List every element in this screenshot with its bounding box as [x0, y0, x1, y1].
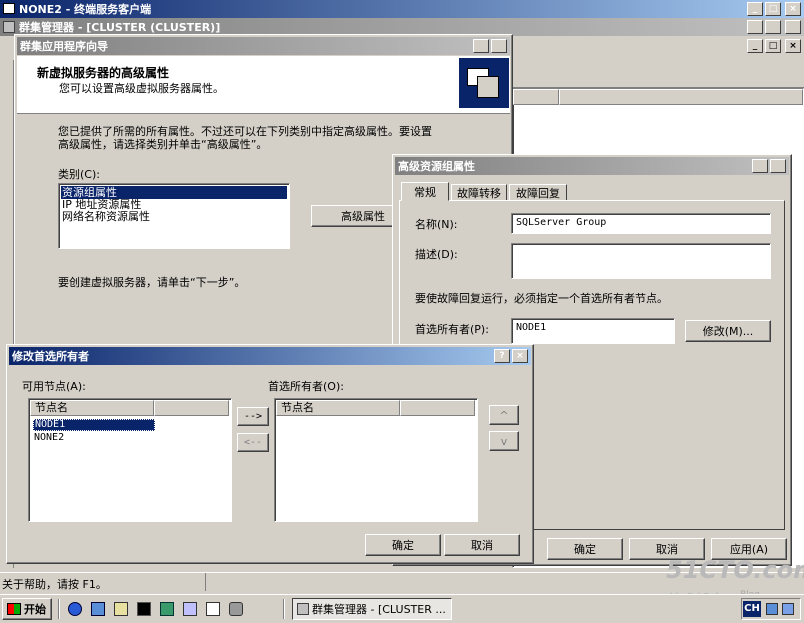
network-tray-icon[interactable]	[766, 603, 778, 615]
preferred-owner-note: 要使故障回复运行，必须指定一个首选所有者节点。	[415, 292, 668, 305]
description-field[interactable]	[511, 243, 771, 279]
document-icon[interactable]	[206, 602, 220, 616]
group-properties-title-bar[interactable]: 高级资源组属性 ? ×	[395, 157, 789, 175]
preferred-owners-label: 首选所有者(O):	[268, 380, 344, 393]
list-item[interactable]: NONE2	[34, 432, 64, 444]
modify-help-button[interactable]: ?	[494, 349, 510, 363]
close-button[interactable]: ×	[785, 2, 801, 16]
taskbar-cluster-button[interactable]: 群集管理器 - [CLUSTER ...	[292, 598, 452, 620]
tab-general[interactable]: 常规	[401, 182, 449, 201]
group-properties-title: 高级资源组属性	[398, 160, 475, 173]
move-up-button[interactable]: ^	[489, 405, 519, 425]
available-nodes-label: 可用节点(A):	[22, 380, 86, 393]
tools-icon[interactable]	[229, 602, 243, 616]
start-label: 开始	[24, 603, 46, 616]
group-close-button[interactable]: ×	[770, 159, 786, 173]
system-tray: CH	[741, 598, 801, 620]
wizard-footer-text: 要创建虚拟服务器，请单击“下一步”。	[58, 276, 246, 289]
mdi-maximize-button[interactable]: □	[765, 39, 781, 53]
description-label: 描述(D):	[415, 248, 458, 261]
terminal-icon	[3, 3, 15, 14]
wizard-intro-line2: 高级属性，请选择类别并单击“高级属性”。	[58, 138, 268, 151]
column-header[interactable]: 节点名	[276, 400, 400, 416]
preferred-owners-list[interactable]: 节点名	[274, 398, 478, 522]
wizard-header-panel: 新虚拟服务器的高级属性 您可以设置高级虚拟服务器属性。	[17, 56, 510, 114]
virtual-server-icon	[459, 58, 509, 108]
network-icon[interactable]	[91, 602, 105, 616]
wizard-close-button[interactable]: ×	[491, 39, 507, 53]
cluster-icon	[297, 603, 309, 615]
command-prompt-icon[interactable]	[137, 602, 151, 616]
ime-indicator[interactable]: CH	[743, 601, 761, 617]
modify-button[interactable]: 修改(M)...	[685, 320, 771, 342]
mdi-child-title-bar: _ □ ×	[512, 37, 804, 55]
tab-failover[interactable]: 故障转移	[451, 184, 507, 201]
add-node-button[interactable]: -->	[237, 407, 269, 426]
modify-owners-dialog: 修改首选所有者 ? × 可用节点(A): 首选所有者(O): 节点名 NODE1…	[6, 344, 534, 564]
category-list[interactable]: 资源组属性 IP 地址资源属性 网络名称资源属性	[58, 183, 290, 249]
list-header-col[interactable]	[513, 89, 559, 105]
modify-owners-title: 修改首选所有者	[12, 350, 89, 363]
wizard-subheading: 您可以设置高级虚拟服务器属性。	[59, 82, 224, 95]
watermark-site: 51CTO.com	[666, 556, 804, 584]
wizard-help-button[interactable]: ?	[473, 39, 489, 53]
cluster-admin-title: 群集管理器 - [CLUSTER (CLUSTER)]	[19, 21, 221, 34]
windows-logo-icon	[7, 603, 21, 615]
list-item[interactable]: 网络名称资源属性	[62, 211, 150, 223]
wizard-title: 群集应用程序向导	[20, 40, 108, 53]
taskbar-task-label: 群集管理器 - [CLUSTER ...	[312, 603, 446, 616]
minimize-button[interactable]: _	[747, 2, 763, 16]
ok-button[interactable]: 确定	[547, 538, 623, 560]
cluster-minimize-button[interactable]: _	[747, 20, 763, 34]
list-header-col[interactable]	[559, 89, 803, 105]
maximize-button[interactable]: □	[765, 2, 781, 16]
wizard-heading: 新虚拟服务器的高级属性	[37, 66, 170, 80]
list-item[interactable]: NODE1	[33, 419, 155, 431]
tab-failback[interactable]: 故障回复	[509, 184, 567, 201]
ok-button[interactable]: 确定	[365, 534, 441, 556]
cluster-maximize-button[interactable]: □	[765, 20, 781, 34]
available-nodes-list[interactable]: 节点名 NODE1 NONE2	[28, 398, 232, 522]
column-header[interactable]: 节点名	[30, 400, 154, 416]
column-header-extra[interactable]	[400, 400, 475, 416]
preferred-owner-label: 首选所有者(P):	[415, 323, 489, 336]
preferred-owner-field[interactable]: NODE1	[511, 318, 675, 344]
toolbar	[512, 60, 804, 88]
mdi-close-button[interactable]: ×	[785, 39, 801, 53]
cluster-close-button[interactable]: ×	[785, 20, 801, 34]
modify-close-button[interactable]: ×	[512, 349, 528, 363]
outer-title-bar[interactable]: NONE2 - 终端服务客户端 _ □ ×	[0, 0, 804, 18]
search-icon[interactable]	[183, 602, 197, 616]
cancel-button[interactable]: 取消	[444, 534, 520, 556]
column-header-extra[interactable]	[154, 400, 229, 416]
notepad-icon[interactable]	[114, 602, 128, 616]
move-down-button[interactable]: v	[489, 431, 519, 451]
start-button[interactable]: 开始	[2, 598, 52, 620]
category-label: 类别(C):	[58, 168, 100, 181]
internet-explorer-icon[interactable]	[68, 602, 82, 616]
connection-tray-icon[interactable]	[782, 603, 794, 615]
taskbar: 开始 群集管理器 - [CLUSTER ... CH	[0, 594, 804, 623]
db-icon[interactable]	[160, 602, 174, 616]
name-label: 名称(N):	[415, 218, 458, 231]
wizard-title-bar[interactable]: 群集应用程序向导 ? ×	[17, 37, 510, 55]
cluster-icon	[3, 21, 15, 33]
name-field[interactable]: SQLServer Group	[511, 213, 771, 234]
modify-owners-title-bar[interactable]: 修改首选所有者 ? ×	[9, 347, 531, 365]
status-text: 关于帮助，请按 F1。	[2, 578, 107, 591]
remove-node-button[interactable]: <--	[237, 433, 269, 452]
group-help-button[interactable]: ?	[752, 159, 768, 173]
mdi-minimize-button[interactable]: _	[747, 39, 763, 53]
outer-title: NONE2 - 终端服务客户端	[19, 3, 152, 16]
